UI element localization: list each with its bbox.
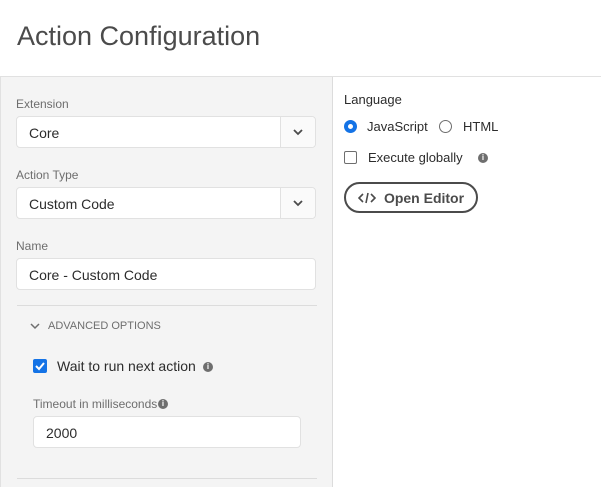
code-icon	[357, 192, 376, 203]
info-icon[interactable]: i	[478, 153, 488, 163]
action-type-value: Custom Code	[29, 196, 115, 212]
timeout-input[interactable]: 2000	[33, 416, 301, 448]
extension-value: Core	[29, 125, 60, 141]
wait-label: Wait to run next action	[57, 358, 196, 374]
info-icon[interactable]: i	[158, 399, 168, 409]
execute-globally-label: Execute globally	[368, 150, 463, 165]
language-label: Language	[344, 92, 402, 107]
divider	[17, 478, 317, 479]
advanced-options-label: ADVANCED OPTIONS	[48, 320, 161, 332]
name-input[interactable]: Core - Custom Code	[16, 258, 316, 290]
radio-javascript[interactable]	[344, 120, 357, 133]
chevron-down-icon[interactable]	[280, 188, 315, 218]
chevron-down-icon[interactable]	[280, 117, 315, 147]
javascript-label: JavaScript	[367, 119, 428, 134]
left-panel: Extension Core Action Type Custom Code N…	[0, 77, 333, 487]
timeout-label: Timeout in milliseconds	[33, 397, 158, 411]
execute-globally-checkbox[interactable]	[344, 151, 357, 164]
page-title: Action Configuration	[17, 21, 261, 51]
divider	[17, 305, 317, 306]
extension-label: Extension	[16, 97, 69, 111]
header: Action Configuration	[0, 0, 601, 77]
wait-checkbox[interactable]	[33, 359, 47, 373]
info-icon[interactable]: i	[203, 362, 213, 372]
action-type-select[interactable]: Custom Code	[16, 187, 316, 219]
open-editor-button[interactable]: Open Editor	[344, 182, 478, 213]
timeout-value: 2000	[46, 425, 78, 441]
html-label: HTML	[463, 119, 499, 134]
name-value: Core - Custom Code	[29, 267, 158, 283]
name-label: Name	[16, 239, 49, 253]
advanced-options-toggle[interactable]: ADVANCED OPTIONS	[30, 320, 161, 332]
action-type-label: Action Type	[16, 168, 79, 182]
extension-select[interactable]: Core	[16, 116, 316, 148]
radio-html[interactable]	[439, 120, 452, 133]
open-editor-label: Open Editor	[383, 189, 465, 206]
chevron-down-icon	[30, 322, 40, 329]
